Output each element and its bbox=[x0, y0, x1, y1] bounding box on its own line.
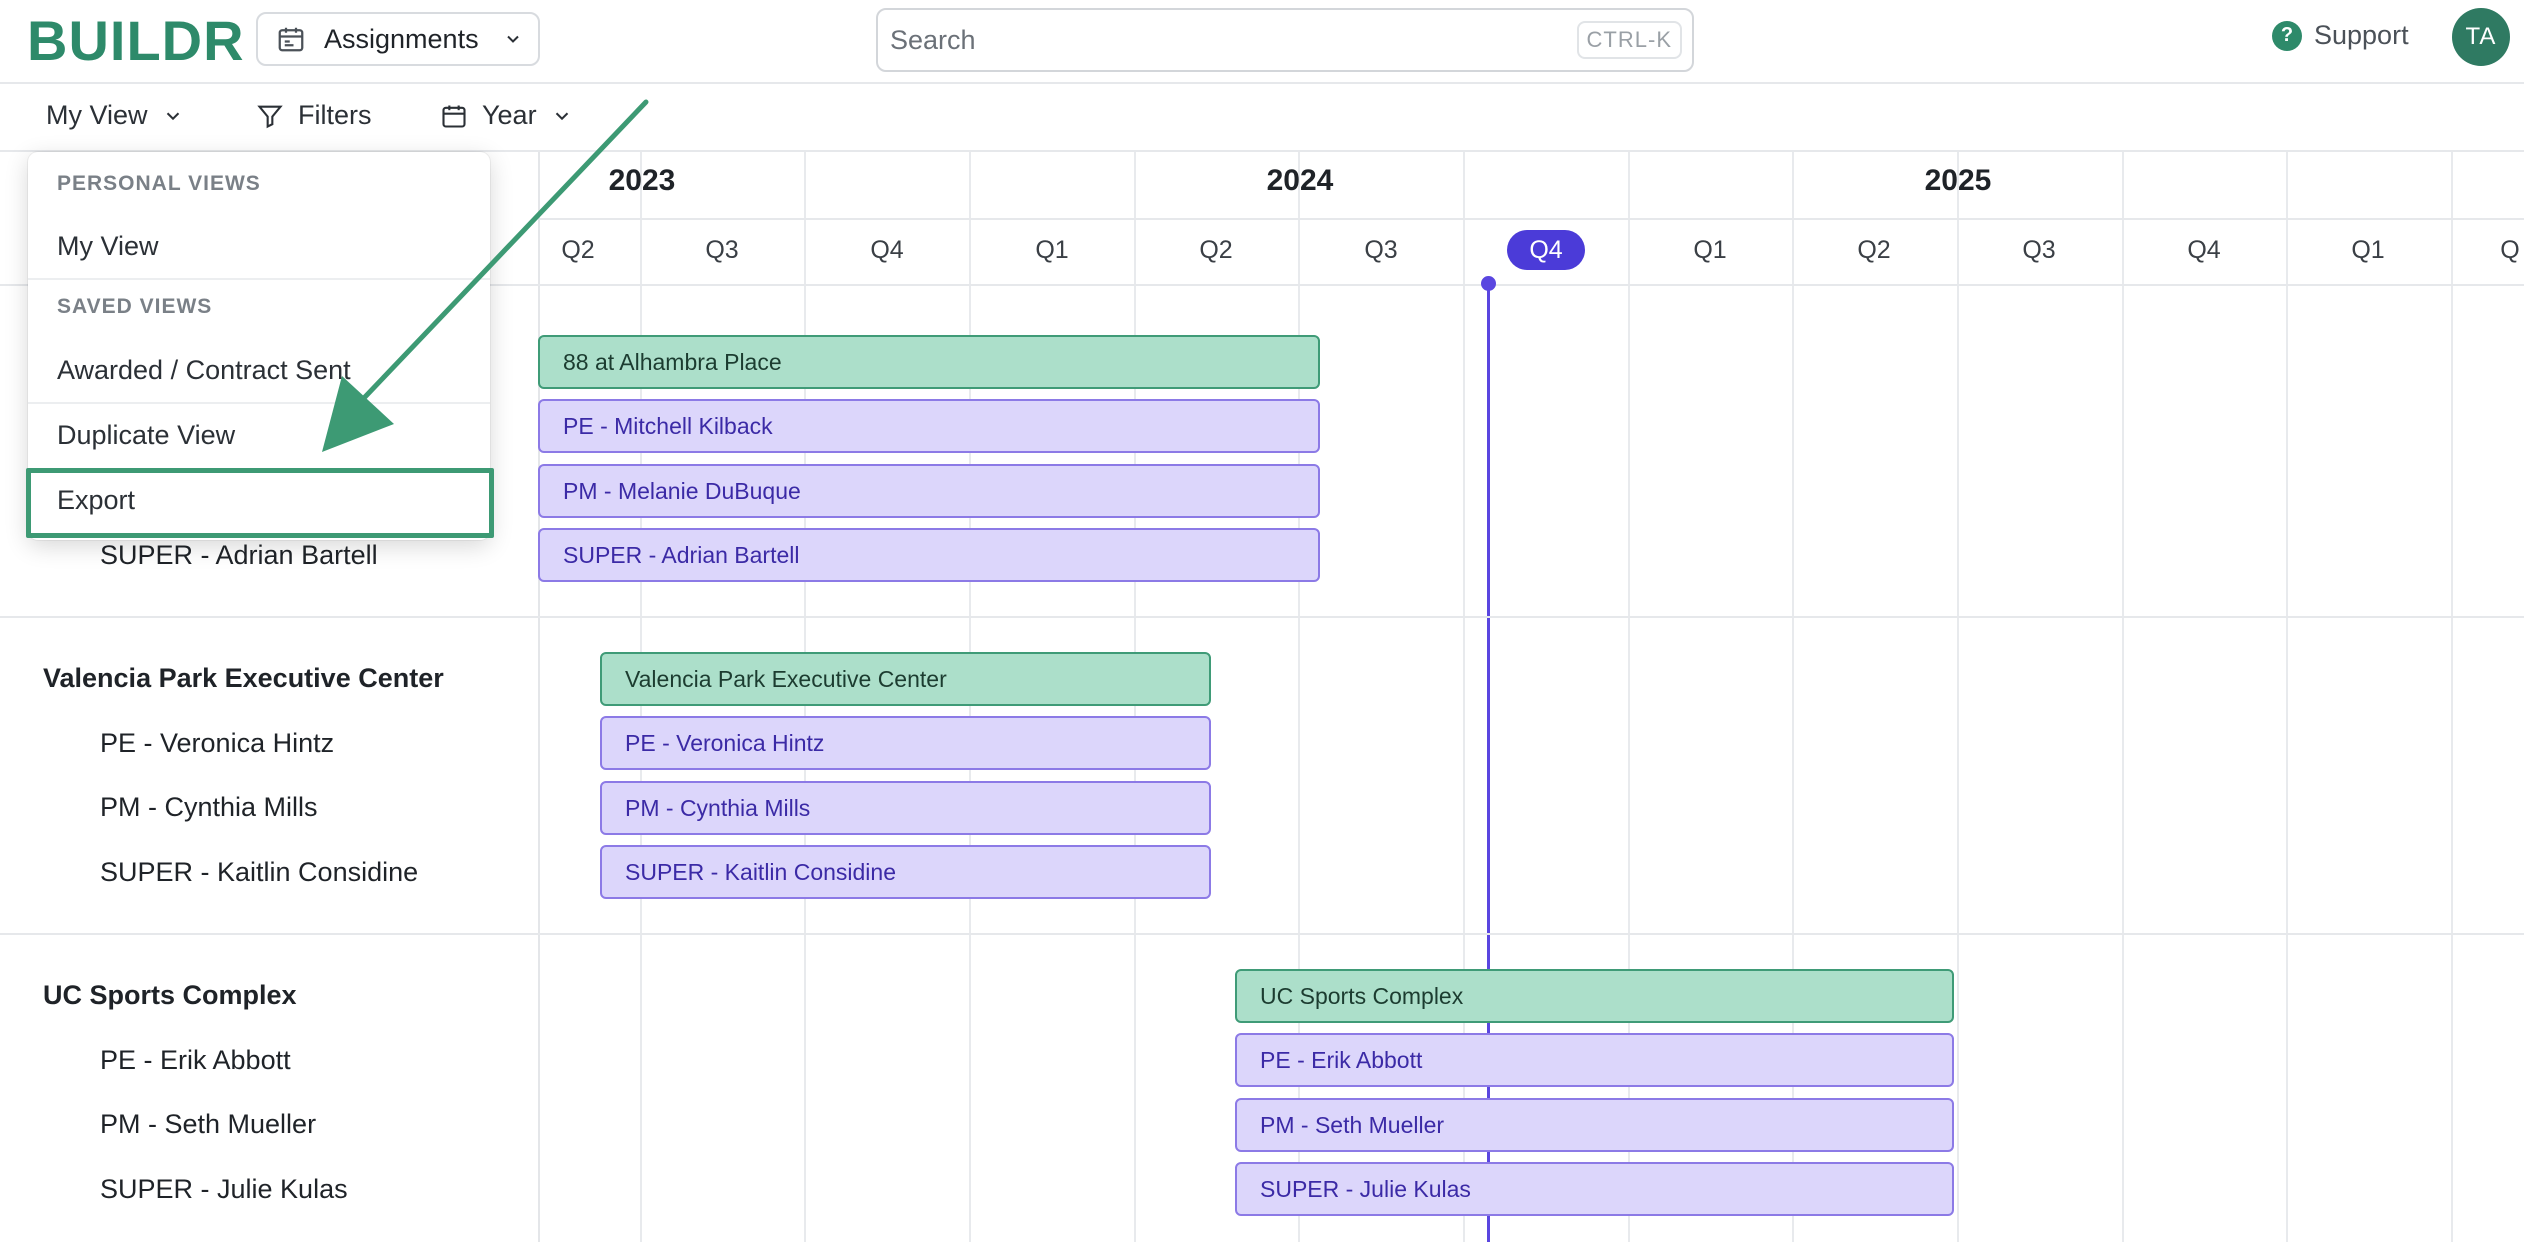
help-icon: ? bbox=[2272, 20, 2302, 51]
member-label: SUPER - Kaitlin Considine bbox=[100, 857, 419, 887]
member-label: SUPER - Julie Kulas bbox=[100, 1174, 348, 1204]
filters-button[interactable]: Filters bbox=[256, 100, 372, 131]
chevron-down-icon bbox=[506, 35, 519, 43]
view-selector-button[interactable]: My View bbox=[46, 100, 184, 131]
gridline bbox=[1957, 152, 1959, 1242]
support-link[interactable]: ? Support bbox=[2272, 20, 2409, 51]
export-label: Export bbox=[57, 485, 136, 515]
quarter-label: Q1 bbox=[1693, 236, 1727, 264]
assignment-bar[interactable]: SUPER - Kaitlin Considine bbox=[600, 845, 1211, 899]
assignment-bar[interactable]: PE - Erik Abbott bbox=[1235, 1033, 1954, 1087]
quarter-label: Q2 bbox=[1857, 236, 1891, 264]
calendar-icon bbox=[442, 105, 466, 128]
menu-item-my-view[interactable]: My View bbox=[57, 231, 159, 262]
toolbar: My View Filters Year bbox=[0, 84, 2524, 152]
range-selector-button[interactable]: Year bbox=[440, 100, 573, 131]
member-label: SUPER - Adrian Bartell bbox=[100, 540, 378, 570]
member-label: PM - Cynthia Mills bbox=[100, 792, 318, 822]
member-label: PE - Veronica Hintz bbox=[100, 728, 335, 758]
quarter-label: Q bbox=[2500, 236, 2520, 264]
assignment-bar[interactable]: PM - Cynthia Mills bbox=[600, 781, 1211, 835]
header-divider bbox=[538, 218, 2524, 220]
assignment-bar[interactable]: PM - Seth Mueller bbox=[1235, 1098, 1954, 1152]
quarter-label: Q2 bbox=[1199, 236, 1233, 264]
current-quarter-badge: Q4 bbox=[1507, 230, 1585, 270]
support-label: Support bbox=[2314, 20, 2409, 50]
chevron-down-icon bbox=[555, 112, 568, 120]
quarter-label: Q3 bbox=[705, 236, 739, 264]
left-column-border bbox=[538, 152, 540, 1242]
assignment-bar[interactable]: PE - Mitchell Kilback bbox=[538, 399, 1320, 453]
saved-views-header: SAVED VIEWS bbox=[57, 295, 213, 318]
quarter-label: Q1 bbox=[2351, 236, 2385, 264]
assignment-bar[interactable]: SUPER - Adrian Bartell bbox=[538, 528, 1320, 582]
quarter-label: Q4 bbox=[870, 236, 904, 264]
calendar-icon bbox=[278, 27, 304, 52]
range-selector-label: Year bbox=[482, 100, 537, 130]
top-nav: BUILDR Assignments Search CTRL-K ? Suppo… bbox=[0, 0, 2524, 84]
menu-item-saved-view[interactable]: Awarded / Contract Sent bbox=[57, 355, 351, 386]
quarter-label: Q4 bbox=[2187, 236, 2221, 264]
group-divider bbox=[0, 616, 2524, 618]
assignment-bar[interactable]: PM - Melanie DuBuque bbox=[538, 464, 1320, 518]
today-marker bbox=[1481, 276, 1496, 291]
filter-icon bbox=[257, 105, 283, 128]
filters-label: Filters bbox=[298, 100, 372, 130]
module-label: Assignments bbox=[324, 23, 479, 54]
gridline bbox=[2286, 152, 2288, 1242]
year-label: 2025 bbox=[1924, 164, 1992, 197]
avatar[interactable]: TA bbox=[2452, 8, 2510, 66]
view-selector-label: My View bbox=[46, 100, 148, 130]
assignment-bar[interactable]: SUPER - Julie Kulas bbox=[1235, 1162, 1954, 1216]
project-label: Valencia Park Executive Center bbox=[43, 663, 444, 693]
search-shortcut-badge: CTRL-K bbox=[1576, 21, 1682, 59]
quarter-label: Q2 bbox=[561, 236, 595, 264]
quarter-label: Q3 bbox=[1364, 236, 1398, 264]
project-bar[interactable]: Valencia Park Executive Center bbox=[600, 652, 1211, 706]
menu-divider bbox=[28, 278, 490, 280]
search-placeholder: Search bbox=[890, 24, 976, 55]
search-input[interactable]: Search CTRL-K bbox=[876, 8, 1694, 72]
member-label: PE - Erik Abbott bbox=[100, 1045, 291, 1075]
year-label: 2023 bbox=[608, 164, 676, 197]
project-label: UC Sports Complex bbox=[43, 980, 297, 1010]
quarter-label: Q3 bbox=[2022, 236, 2056, 264]
group-divider bbox=[0, 933, 2524, 935]
project-bar[interactable]: UC Sports Complex bbox=[1235, 969, 1954, 1023]
gridline bbox=[2451, 152, 2453, 1242]
assignment-bar[interactable]: PE - Veronica Hintz bbox=[600, 716, 1211, 770]
gridline bbox=[2122, 152, 2124, 1242]
year-label: 2024 bbox=[1266, 164, 1334, 197]
module-switcher[interactable]: Assignments bbox=[256, 12, 540, 66]
project-bar[interactable]: 88 at Alhambra Place bbox=[538, 335, 1320, 389]
menu-divider bbox=[28, 402, 490, 404]
quarter-label: Q1 bbox=[1035, 236, 1069, 264]
chevron-down-icon bbox=[166, 112, 179, 120]
menu-item-duplicate-view[interactable]: Duplicate View bbox=[57, 420, 235, 451]
personal-views-header: PERSONAL VIEWS bbox=[57, 172, 261, 195]
logo[interactable]: BUILDR bbox=[27, 10, 245, 72]
member-label: PM - Seth Mueller bbox=[100, 1109, 317, 1139]
